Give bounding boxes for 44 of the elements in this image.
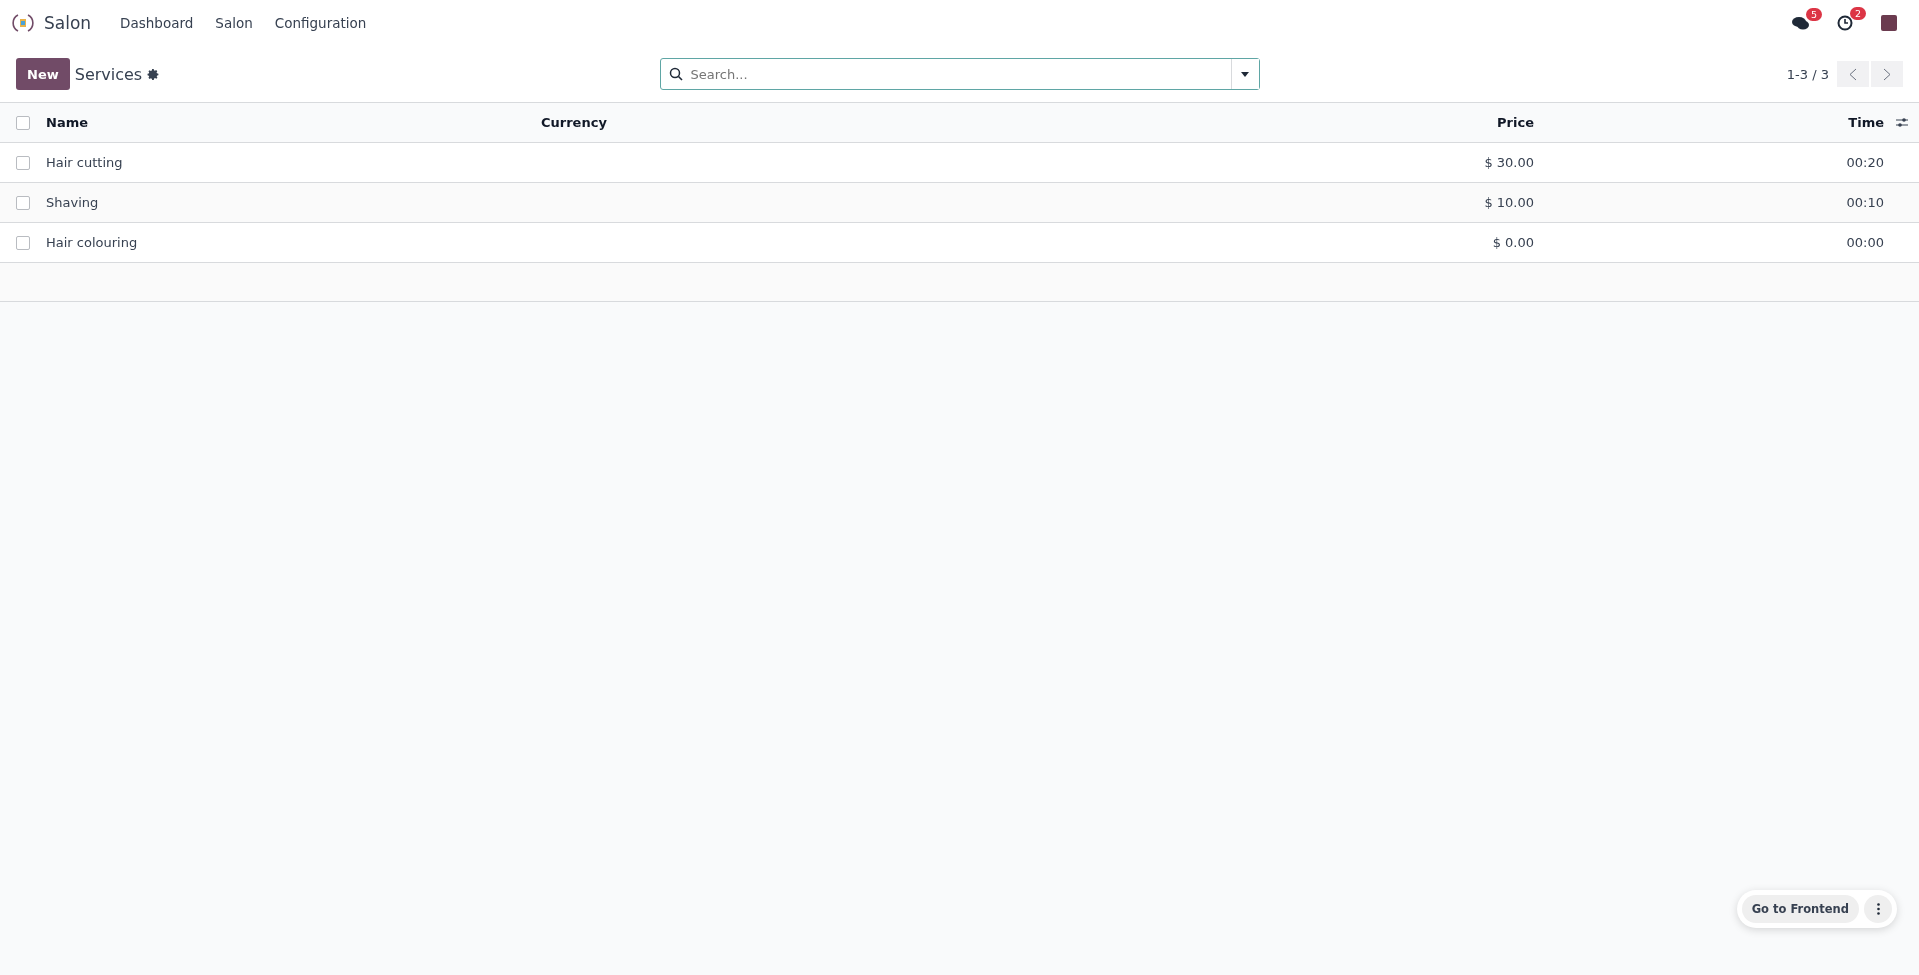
table-cell-text: 00:10	[1845, 195, 1884, 210]
avatar[interactable]	[1881, 15, 1897, 31]
search-field[interactable]: Search...	[688, 65, 1231, 83]
caret-icon	[1241, 71, 1249, 77]
new-button[interactable]: New	[16, 58, 70, 90]
next-button[interactable]	[1871, 61, 1903, 87]
search-bar[interactable]: Search...	[659, 58, 1260, 90]
go-to-frontend-button[interactable]: Go to Frontend	[1741, 895, 1859, 923]
message-count-badge: 5	[1805, 7, 1822, 21]
menu-item[interactable]: Dashboard	[109, 15, 205, 31]
column-header[interactable]: Time	[1534, 115, 1884, 130]
clock-icon[interactable]	[1837, 15, 1853, 31]
table-cell-text: $ 30.00	[1483, 155, 1534, 170]
select-all-checkbox[interactable]	[16, 115, 30, 130]
table-cell-text: $ 10.00	[1483, 195, 1534, 210]
sliders-icon[interactable]	[1895, 117, 1908, 128]
app-name[interactable]: Salon	[44, 13, 92, 33]
previous-button[interactable]	[1837, 61, 1869, 87]
menu-item[interactable]: Configuration	[263, 15, 378, 31]
kebab-menu-icon	[1876, 903, 1880, 915]
search-options-toggle[interactable]	[1230, 59, 1259, 89]
chevron-right-icon	[1883, 67, 1891, 81]
more-options-button[interactable]	[1864, 895, 1892, 923]
row-checkbox[interactable]	[16, 235, 30, 250]
column-header[interactable]: Price	[1334, 115, 1534, 130]
column-header[interactable]: Currency	[541, 115, 1334, 130]
chat-icon[interactable]	[1792, 15, 1809, 31]
row-checkbox[interactable]	[16, 155, 30, 170]
table-cell-text: 00:00	[1845, 235, 1884, 250]
search-icon	[668, 67, 683, 81]
chevron-left-icon	[1849, 67, 1857, 81]
table-cell-text: 00:20	[1845, 155, 1884, 170]
table-cell-text: Hair cutting	[46, 155, 124, 170]
logo-icon	[12, 12, 34, 34]
breadcrumb: Services	[74, 64, 143, 84]
settings-icon[interactable]	[147, 67, 161, 81]
activity-count-badge: 2	[1849, 7, 1866, 20]
column-header[interactable]: Name	[46, 115, 541, 130]
pager-value[interactable]: 1-3 / 3	[1786, 66, 1829, 82]
row-checkbox[interactable]	[16, 195, 30, 210]
table-cell-text: Hair colouring	[46, 235, 139, 250]
table-cell-text: Shaving	[46, 195, 100, 210]
menu-item[interactable]: Salon	[204, 15, 264, 31]
table-cell-text: $ 0.00	[1491, 235, 1534, 250]
